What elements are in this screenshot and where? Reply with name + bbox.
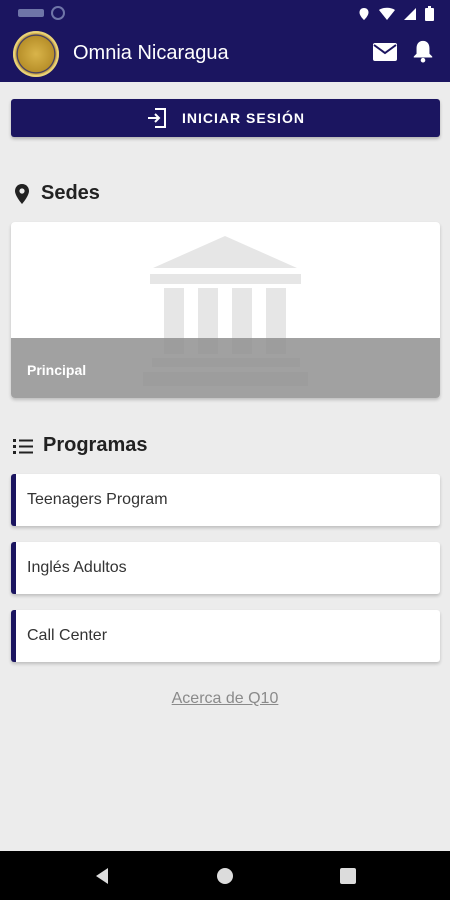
program-item-teenagers[interactable]: Teenagers Program [11, 474, 440, 526]
app-bar: Omnia Nicaragua [0, 0, 450, 82]
app-title: Omnia Nicaragua [73, 42, 229, 64]
wifi-icon [379, 7, 395, 20]
location-status-icon [359, 7, 369, 20]
home-icon[interactable] [214, 865, 236, 887]
mail-icon[interactable] [372, 40, 398, 64]
app-logo [13, 31, 59, 77]
programas-title-text: Programas [43, 434, 148, 456]
status-bar [0, 0, 450, 28]
sedes-title-text: Sedes [41, 182, 100, 204]
recents-icon[interactable] [337, 865, 359, 887]
login-button[interactable]: INICIAR SESIÓN [11, 99, 440, 137]
program-item-ingles-adultos[interactable]: Inglés Adultos [11, 542, 440, 594]
status-bar-right-icons [357, 6, 434, 21]
notification-icons [18, 6, 65, 20]
program-item-label: Call Center [27, 627, 108, 644]
back-icon[interactable] [92, 865, 114, 887]
location-pin-icon [15, 183, 29, 204]
system-nav-bar [0, 851, 450, 900]
sede-card-principal[interactable]: Principal [11, 222, 440, 398]
login-icon [148, 108, 167, 128]
bell-icon[interactable] [410, 39, 436, 63]
signal-icon [404, 7, 416, 20]
program-item-call-center[interactable]: Call Center [11, 610, 440, 662]
login-button-label: INICIAR SESIÓN [182, 110, 305, 126]
programas-section-title: Programas [13, 434, 148, 457]
list-icon [13, 438, 33, 454]
sede-label: Principal [27, 362, 87, 378]
about-link[interactable]: Acerca de Q10 [0, 690, 450, 708]
program-item-label: Inglés Adultos [27, 559, 127, 576]
program-item-label: Teenagers Program [27, 491, 168, 508]
sedes-section-title: Sedes [13, 182, 100, 205]
status-bar-left-icons [18, 6, 68, 23]
battery-icon [425, 6, 434, 21]
